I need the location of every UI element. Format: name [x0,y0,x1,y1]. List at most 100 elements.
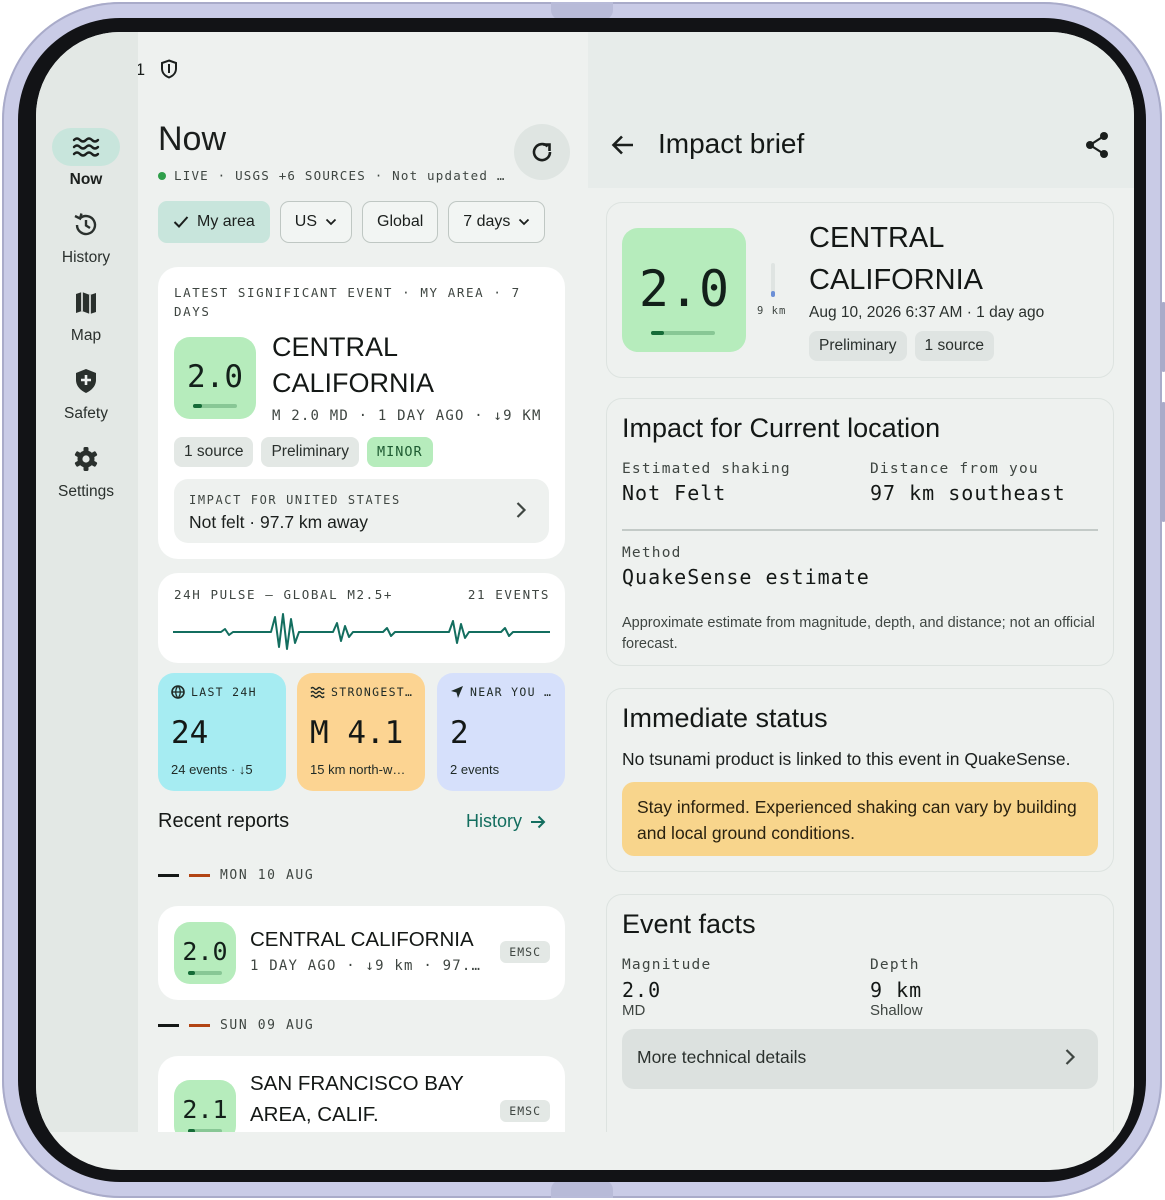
live-status-text: LIVE · USGS +6 SOURCES · Not updated … [174,168,506,183]
stat-card-last-24h[interactable]: LAST 24H 24 24 events · ↓5 [158,673,286,791]
filter-chips: My area US Global 7 days [158,201,546,243]
now-pane: Now LIVE · USGS +6 SOURCES · Not updated… [138,32,588,1132]
share-icon[interactable] [1084,131,1110,159]
tag-sources: 1 source [914,331,994,361]
history-link[interactable]: History [466,811,546,832]
divider [622,529,1098,531]
day-header-rule [158,1024,179,1027]
filter-chip-label: 7 days [463,213,511,230]
distance-value: 97 km southeast [870,481,1066,505]
rail-item-history[interactable]: History [36,206,136,267]
stat-caption: NEAR YOU … [450,685,556,699]
tag-status: Preliminary [809,331,907,361]
rail-pill-safety [52,362,120,400]
volume-button [1161,302,1165,372]
day-header-rule [189,874,210,877]
magnitude-value: 2.0 [638,260,730,318]
depth-class: Shallow [870,1002,923,1019]
magnitude-value: 2.0 [187,359,243,395]
more-technical-details-row[interactable]: More technical details [622,1029,1098,1089]
impact-summary-row[interactable]: IMPACT FOR UNITED STATES Not felt · 97.7… [174,479,549,543]
depth-indicator [771,263,775,297]
latest-event-caption: LATEST SIGNIFICANT EVENT · MY AREA · 7 D… [174,285,521,319]
back-arrow-icon[interactable] [610,132,636,158]
chevron-right-icon [516,502,527,518]
stat-caption-text: NEAR YOU … [470,685,553,699]
rail-item-settings[interactable]: Settings [36,440,136,501]
magnitude-bar [193,404,237,408]
check-icon [173,216,189,228]
tag-sources: 1 source [174,437,254,467]
rail-pill-map [52,284,120,322]
event-tags: Preliminary 1 source [809,331,994,361]
filter-chip-us[interactable]: US [279,201,353,243]
advisory-text: Stay informed. Experienced shaking can v… [637,797,1077,843]
rail-pill-history [52,206,120,244]
day-header: SUN 09 AUG [158,1018,314,1033]
stat-value: M 4.1 [310,715,404,751]
rail-item-safety[interactable]: Safety [36,362,136,423]
chevron-down-icon [325,218,337,226]
magnitude-bar-fill [188,1129,196,1132]
top-app-bar [588,32,1134,188]
stat-card-strongest[interactable]: STRONGEST… M 4.1 15 km north-w… [297,673,425,791]
shaking-label: Estimated shaking [622,461,791,477]
magnitude-bar-fill [188,971,195,975]
report-name: SAN FRANCISCO BAY AREA, CALIF. [250,1072,464,1126]
rail-item-now[interactable]: Now [36,128,136,189]
impact-summary-value: Not felt · 97.7 km away [189,512,368,532]
page-title: Now [158,120,227,158]
immediate-status-card: Immediate status No tsunami product is l… [606,688,1114,872]
magnitude-value: 2.1 [182,1095,228,1124]
refresh-icon [532,142,552,162]
tag-status: Preliminary [261,437,359,467]
method-label: Method [622,545,682,561]
impact-card: Impact for Current location Estimated sh… [606,398,1114,666]
hinge-bottom [551,1180,613,1198]
report-name: CENTRAL CALIFORNIA [250,928,474,951]
navigation-arrow-icon [451,686,463,698]
filter-chip-global[interactable]: Global [362,201,439,243]
live-dot [158,171,166,180]
latest-event-tags: 1 source Preliminary MINOR [174,437,433,467]
history-icon [74,213,97,236]
magnitude-value: 2.0 [182,937,228,966]
event-facts-heading: Event facts [622,909,756,939]
magnitude-bar [188,1129,222,1132]
more-technical-details-label: More technical details [637,1047,807,1067]
depth-fact-label: Depth [870,957,920,973]
source-badge: EMSC [500,1100,550,1122]
magnitude-tile: 2.0 [622,228,746,352]
filter-chip-7-days[interactable]: 7 days [448,201,546,243]
rail-item-map[interactable]: Map [36,284,136,345]
rail-pill-settings [52,440,120,478]
rail-label-history: History [61,249,111,266]
tsunami-status-text: No tsunami product is linked to this eve… [622,749,1071,769]
magnitude-fact-value: 2.0 [622,978,662,1002]
rail-label-safety: Safety [64,405,108,422]
event-facts-card: Event facts Magnitude 2.0 MD Depth 9 km … [606,894,1114,1132]
refresh-button[interactable] [514,124,570,180]
stat-caption: LAST 24H [171,685,277,699]
stat-card-near-you[interactable]: NEAR YOU … 2 2 events [437,673,565,791]
report-card[interactable]: 2.0 CENTRAL CALIFORNIA 1 DAY AGO · ↓9 km… [158,906,565,1000]
brief-title: Impact brief [658,128,805,159]
report-card[interactable]: 2.1 SAN FRANCISCO BAY AREA, CALIF. EMSC [158,1056,565,1132]
waves-icon [310,686,325,698]
stat-caption: STRONGEST… [310,685,416,699]
impact-heading: Impact for Current location [622,413,941,443]
pulse-title: 24H PULSE — GLOBAL M2.5+ [174,587,394,602]
rail-label-settings: Settings [57,483,114,500]
magnitude-tile: 2.0 [174,922,236,984]
event-name: CENTRAL CALIFORNIA [809,222,984,296]
day-header: MON 10 AUG [158,868,314,883]
shield-icon [76,369,96,393]
filter-chip-my-area[interactable]: My area [158,201,270,243]
pulse-card[interactable]: 24H PULSE — GLOBAL M2.5+ 21 EVENTS [158,573,565,663]
stat-value: 24 [171,715,209,751]
seismic-waveform [173,613,550,650]
impact-summary-label: IMPACT FOR UNITED STATES [189,493,401,507]
latest-event-card[interactable]: LATEST SIGNIFICANT EVENT · MY AREA · 7 D… [158,267,565,559]
filter-chip-label: Global [377,213,424,230]
filter-chip-label: My area [197,213,255,230]
